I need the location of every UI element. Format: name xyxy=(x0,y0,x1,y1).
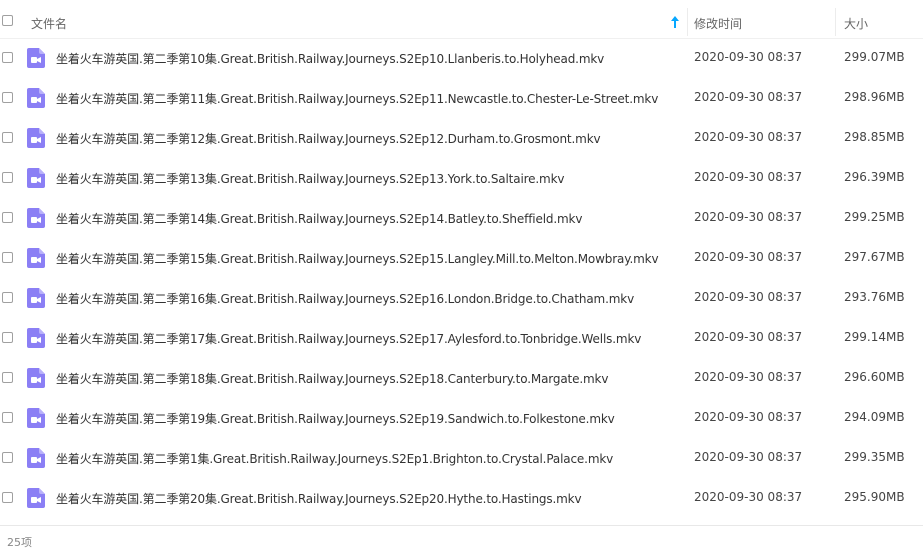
file-row[interactable]: 坐着火车游英国.第二季第13集.Great.British.Railway.Jo… xyxy=(0,158,923,198)
file-checkbox[interactable] xyxy=(2,332,13,343)
video-file-icon xyxy=(27,48,45,68)
file-checkbox[interactable] xyxy=(2,172,13,183)
file-modified-time: 2020-09-30 08:37 xyxy=(694,250,803,264)
file-list: 文件名 修改时间 大小 坐着火车游英国.第二季第10集.Great.Britis… xyxy=(0,0,923,552)
file-size: 299.25MB xyxy=(844,210,905,224)
video-file-icon xyxy=(27,88,45,108)
file-checkbox[interactable] xyxy=(2,292,13,303)
file-name[interactable]: 坐着火车游英国.第二季第19集.Great.British.Railway.Jo… xyxy=(56,410,615,427)
file-size: 299.07MB xyxy=(844,50,905,64)
video-file-icon xyxy=(27,488,45,508)
file-checkbox[interactable] xyxy=(2,132,13,143)
file-list-header: 文件名 修改时间 大小 xyxy=(0,6,923,39)
file-modified-time: 2020-09-30 08:37 xyxy=(694,370,803,384)
video-file-icon xyxy=(27,328,45,348)
file-name[interactable]: 坐着火车游英国.第二季第13集.Great.British.Railway.Jo… xyxy=(56,170,564,187)
file-checkbox[interactable] xyxy=(2,452,13,463)
file-name[interactable]: 坐着火车游英国.第二季第10集.Great.British.Railway.Jo… xyxy=(56,50,604,67)
file-row[interactable]: 坐着火车游英国.第二季第16集.Great.British.Railway.Jo… xyxy=(0,278,923,318)
column-header-name[interactable]: 文件名 xyxy=(31,15,67,32)
video-file-icon xyxy=(27,408,45,428)
file-checkbox[interactable] xyxy=(2,492,13,503)
file-modified-time: 2020-09-30 08:37 xyxy=(694,490,803,504)
file-row[interactable]: 坐着火车游英国.第二季第15集.Great.British.Railway.Jo… xyxy=(0,238,923,278)
file-name[interactable]: 坐着火车游英国.第二季第1集.Great.British.Railway.Jou… xyxy=(56,450,613,467)
video-file-icon xyxy=(27,368,45,388)
file-name[interactable]: 坐着火车游英国.第二季第16集.Great.British.Railway.Jo… xyxy=(56,290,634,307)
file-row[interactable]: 坐着火车游英国.第二季第19集.Great.British.Railway.Jo… xyxy=(0,398,923,438)
file-checkbox[interactable] xyxy=(2,212,13,223)
file-modified-time: 2020-09-30 08:37 xyxy=(694,130,803,144)
file-row[interactable]: 坐着火车游英国.第二季第1集.Great.British.Railway.Jou… xyxy=(0,438,923,478)
file-size: 294.09MB xyxy=(844,410,905,424)
video-file-icon xyxy=(27,208,45,228)
file-name[interactable]: 坐着火车游英国.第二季第15集.Great.British.Railway.Jo… xyxy=(56,250,659,267)
file-checkbox[interactable] xyxy=(2,92,13,103)
file-modified-time: 2020-09-30 08:37 xyxy=(694,330,803,344)
file-row[interactable]: 坐着火车游英国.第二季第11集.Great.British.Railway.Jo… xyxy=(0,78,923,118)
file-checkbox[interactable] xyxy=(2,372,13,383)
video-file-icon xyxy=(27,288,45,308)
file-modified-time: 2020-09-30 08:37 xyxy=(694,170,803,184)
file-modified-time: 2020-09-30 08:37 xyxy=(694,90,803,104)
file-row[interactable]: 坐着火车游英国.第二季第20集.Great.British.Railway.Jo… xyxy=(0,478,923,518)
video-file-icon xyxy=(27,128,45,148)
file-size: 293.76MB xyxy=(844,290,905,304)
file-modified-time: 2020-09-30 08:37 xyxy=(694,410,803,424)
file-size: 298.85MB xyxy=(844,130,905,144)
file-name[interactable]: 坐着火车游英国.第二季第14集.Great.British.Railway.Jo… xyxy=(56,210,582,227)
status-bar: 25项 xyxy=(0,525,923,553)
file-name[interactable]: 坐着火车游英国.第二季第17集.Great.British.Railway.Jo… xyxy=(56,330,641,347)
file-checkbox[interactable] xyxy=(2,52,13,63)
file-size: 297.67MB xyxy=(844,250,905,264)
video-file-icon xyxy=(27,448,45,468)
file-name[interactable]: 坐着火车游英国.第二季第18集.Great.British.Railway.Jo… xyxy=(56,370,608,387)
file-size: 295.90MB xyxy=(844,490,905,504)
file-name[interactable]: 坐着火车游英国.第二季第20集.Great.British.Railway.Jo… xyxy=(56,490,582,507)
item-count: 25项 xyxy=(7,536,32,549)
file-row[interactable]: 坐着火车游英国.第二季第18集.Great.British.Railway.Jo… xyxy=(0,358,923,398)
column-header-modified-time[interactable]: 修改时间 xyxy=(694,15,742,32)
column-divider[interactable] xyxy=(687,8,688,36)
file-size: 296.39MB xyxy=(844,170,905,184)
select-all-checkbox[interactable] xyxy=(2,15,13,26)
file-row[interactable]: 坐着火车游英国.第二季第14集.Great.British.Railway.Jo… xyxy=(0,198,923,238)
file-row[interactable]: 坐着火车游英国.第二季第17集.Great.British.Railway.Jo… xyxy=(0,318,923,358)
video-file-icon xyxy=(27,248,45,268)
file-checkbox[interactable] xyxy=(2,412,13,423)
file-size: 299.35MB xyxy=(844,450,905,464)
file-row[interactable]: 坐着火车游英国.第二季第10集.Great.British.Railway.Jo… xyxy=(0,38,923,78)
file-modified-time: 2020-09-30 08:37 xyxy=(694,210,803,224)
file-name[interactable]: 坐着火车游英国.第二季第12集.Great.British.Railway.Jo… xyxy=(56,130,601,147)
file-name[interactable]: 坐着火车游英国.第二季第11集.Great.British.Railway.Jo… xyxy=(56,90,658,107)
sort-ascending-icon[interactable] xyxy=(670,15,680,29)
file-checkbox[interactable] xyxy=(2,252,13,263)
column-divider[interactable] xyxy=(835,8,836,36)
column-header-size[interactable]: 大小 xyxy=(844,15,868,32)
file-modified-time: 2020-09-30 08:37 xyxy=(694,450,803,464)
file-modified-time: 2020-09-30 08:37 xyxy=(694,290,803,304)
file-size: 298.96MB xyxy=(844,90,905,104)
file-modified-time: 2020-09-30 08:37 xyxy=(694,50,803,64)
video-file-icon xyxy=(27,168,45,188)
file-row[interactable]: 坐着火车游英国.第二季第12集.Great.British.Railway.Jo… xyxy=(0,118,923,158)
file-size: 296.60MB xyxy=(844,370,905,384)
file-size: 299.14MB xyxy=(844,330,905,344)
